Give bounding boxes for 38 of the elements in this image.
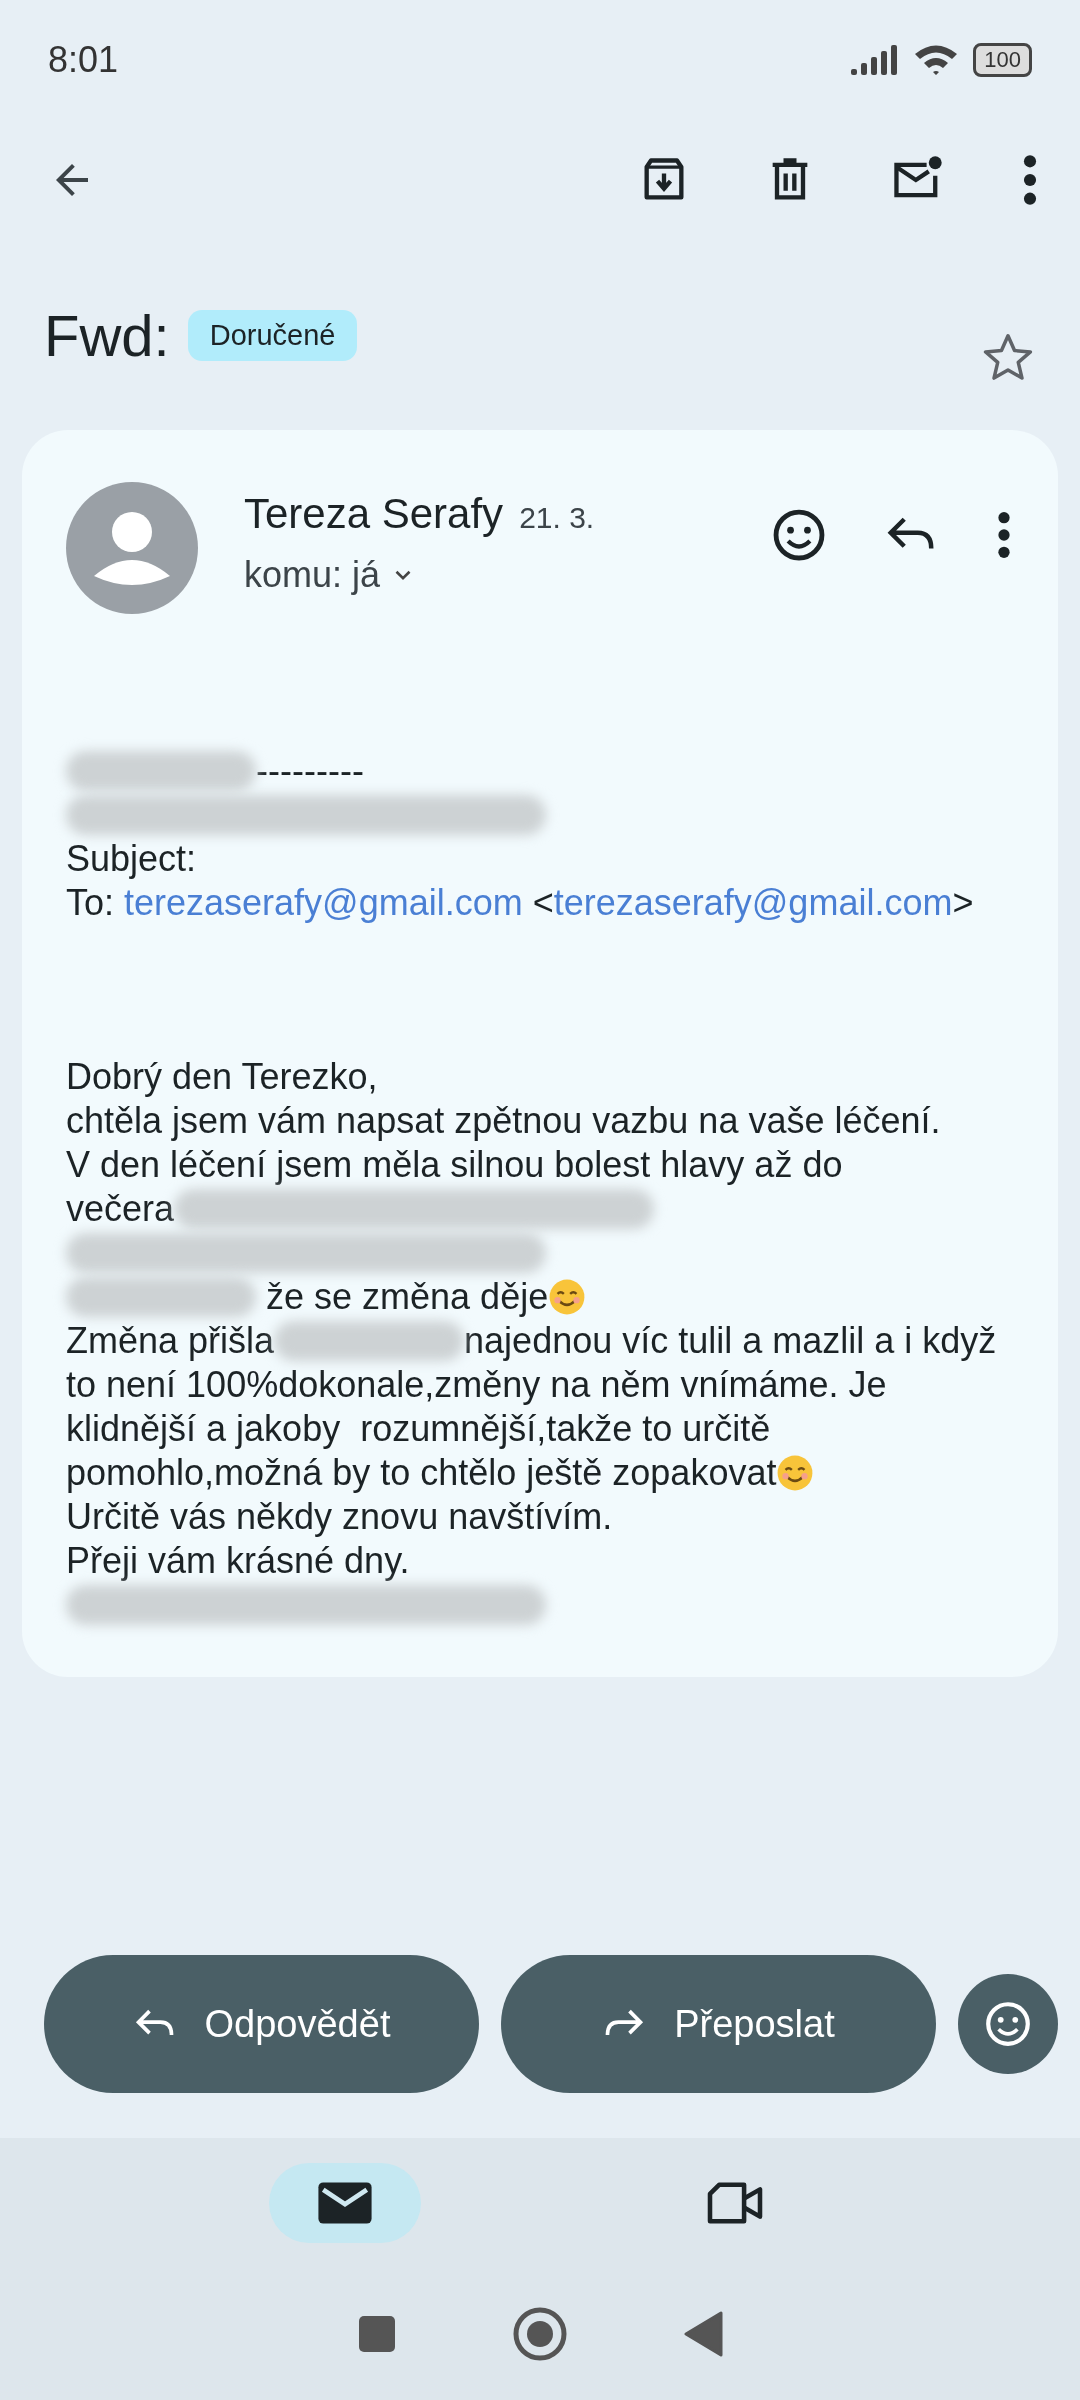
body-text: najednou víc tulil a mazlil a i když [464,1319,997,1363]
battery-indicator: 100 [973,43,1032,77]
body-text: že se změna děje [265,1275,549,1319]
status-time: 8:01 [48,39,119,81]
sender-name: Tereza Serafy [244,490,504,538]
smiley-icon [548,1278,587,1316]
email-link[interactable]: terezaserafy@gmail.com [553,881,953,925]
body-text: Dobrý den Terezko, [66,1055,378,1099]
body-text: Přeji vám krásné dny. [66,1539,410,1583]
mail-icon [316,2180,374,2226]
message-date: 21. 3. [519,501,595,535]
smiley-icon [983,1999,1033,2049]
body-text: chtěla jsem vám napsat zpětnou vazbu na vaše léčení. [66,1099,941,1143]
signal-icon [849,43,900,77]
smiley-icon [776,1454,815,1492]
body-text: pomohlo,možná by to chtělo ještě zopakovat [66,1451,777,1495]
body-text: V den léčení jsem měla silnou bolest hlavy až do [66,1143,843,1187]
body-text: < [531,881,554,925]
body-text: Určitě vás někdy znovu navštívím. [66,1495,613,1539]
reply-button[interactable]: Odpovědět [44,1955,479,2093]
body-text: > [952,881,974,925]
forward-button[interactable]: Přeposlat [501,1955,936,2093]
body-text: klidnější a jakoby rozumnější,takže to určitě [66,1407,771,1451]
email-link[interactable]: terezaserafy@gmail.com [124,881,523,925]
email-subject: Fwd: [44,301,170,369]
body-text: To: [66,881,116,925]
avatar-icon [66,482,198,614]
recipient-toggle[interactable]: komu: já [244,554,595,596]
body-text: večera [66,1187,175,1231]
body-text: --------- [256,749,364,793]
body-text: Subject: [66,837,197,881]
back-nav-button[interactable] [683,2311,723,2357]
body-text: to není 100%dokonale,změny na něm vnímáme. Je [66,1363,887,1407]
recents-button[interactable] [357,2314,397,2354]
wifi-icon [913,43,960,77]
label-chip[interactable]: Doručené [187,309,358,361]
body-text: Změna přišla [66,1319,275,1363]
home-button[interactable] [512,2306,568,2362]
